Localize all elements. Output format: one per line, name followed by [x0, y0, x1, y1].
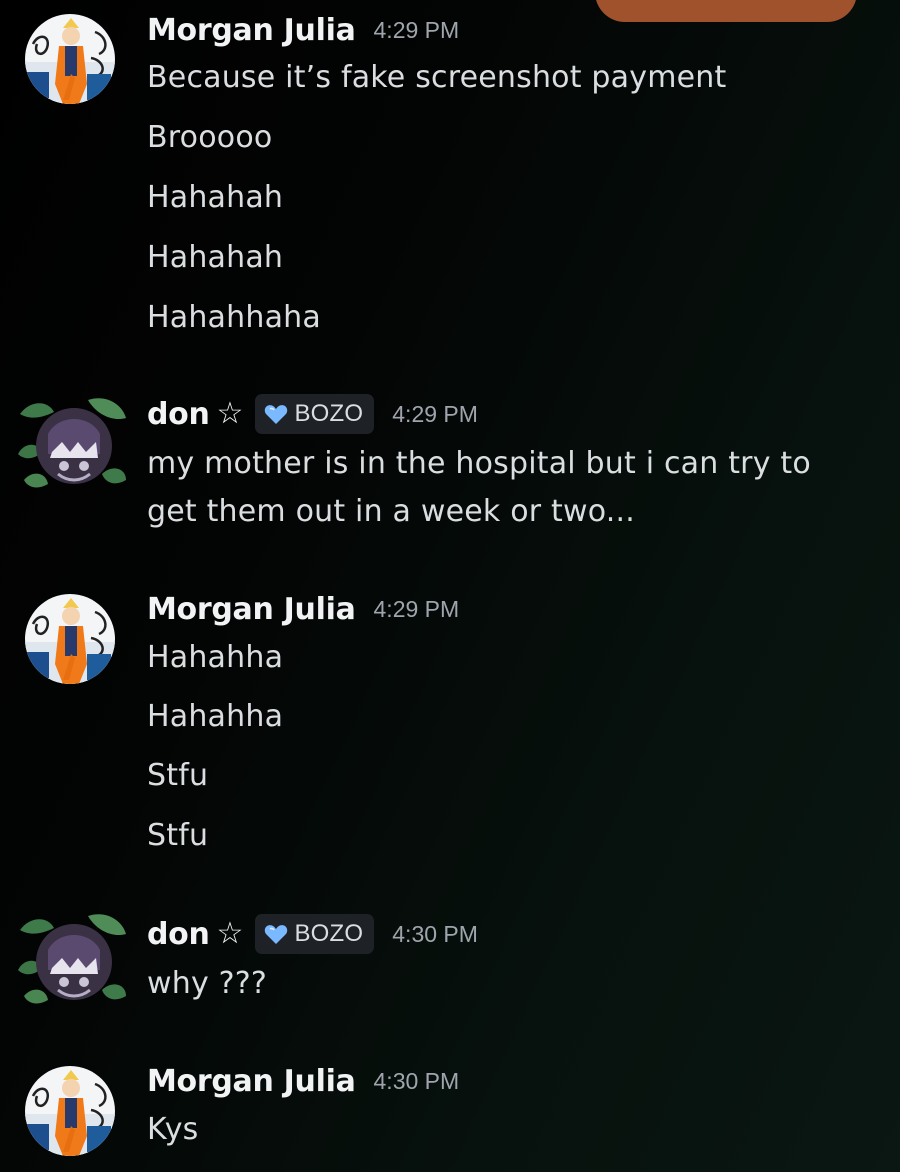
- timestamp: 4:30 PM: [392, 920, 478, 947]
- message-header: Morgan Julia 4:29 PM: [147, 10, 459, 50]
- don-avatar[interactable]: [18, 394, 128, 494]
- timestamp: 4:30 PM: [373, 1067, 460, 1094]
- username[interactable]: Morgan Julia: [147, 1064, 356, 1099]
- message-text[interactable]: get them out in a week or two...: [147, 494, 635, 529]
- chat-screen: Morgan Julia 4:29 PM Because it’s fake s…: [0, 0, 900, 1172]
- message-header: don ☆ BOZO 4:29 PM: [147, 393, 478, 435]
- message-header: don ☆ BOZO 4:30 PM: [147, 913, 478, 955]
- message-text[interactable]: Stfu: [147, 818, 208, 853]
- message-header: Morgan Julia 4:29 PM: [147, 589, 459, 629]
- username[interactable]: don: [147, 917, 210, 952]
- role-badge[interactable]: BOZO: [255, 394, 375, 434]
- message-text[interactable]: Hahahha: [147, 640, 283, 675]
- morgan-avatar[interactable]: [25, 1066, 115, 1156]
- message-header: Morgan Julia 4:30 PM: [147, 1061, 459, 1101]
- top-sheet-edge[interactable]: [595, 0, 857, 22]
- message-text[interactable]: why ???: [147, 966, 267, 1001]
- morgan-avatar[interactable]: [25, 594, 115, 684]
- heart-icon: [265, 404, 288, 424]
- timestamp: 4:29 PM: [373, 16, 460, 43]
- role-badge[interactable]: BOZO: [255, 914, 375, 954]
- star-icon: ☆: [216, 396, 244, 431]
- star-icon: ☆: [216, 916, 244, 951]
- message-text[interactable]: Kys: [147, 1112, 198, 1147]
- timestamp: 4:29 PM: [373, 595, 460, 622]
- badge-label: BOZO: [294, 920, 364, 947]
- message-text[interactable]: Hahahah: [147, 240, 283, 275]
- message-text[interactable]: my mother is in the hospital but i can t…: [147, 446, 811, 481]
- heart-icon: [265, 924, 288, 944]
- timestamp: 4:29 PM: [392, 400, 478, 427]
- username[interactable]: Morgan Julia: [147, 592, 356, 627]
- don-avatar[interactable]: [18, 910, 128, 1010]
- message-text[interactable]: Stfu: [147, 758, 208, 793]
- message-text[interactable]: Brooooo: [147, 120, 272, 155]
- message-text[interactable]: Because it’s fake screenshot payment: [147, 60, 726, 95]
- message-text[interactable]: Hahahhaha: [147, 300, 321, 335]
- username[interactable]: Morgan Julia: [147, 13, 356, 48]
- badge-label: BOZO: [294, 400, 364, 427]
- username[interactable]: don: [147, 397, 210, 432]
- message-text[interactable]: Hahahah: [147, 180, 283, 215]
- message-text[interactable]: Hahahha: [147, 699, 283, 734]
- morgan-avatar[interactable]: [25, 14, 115, 104]
